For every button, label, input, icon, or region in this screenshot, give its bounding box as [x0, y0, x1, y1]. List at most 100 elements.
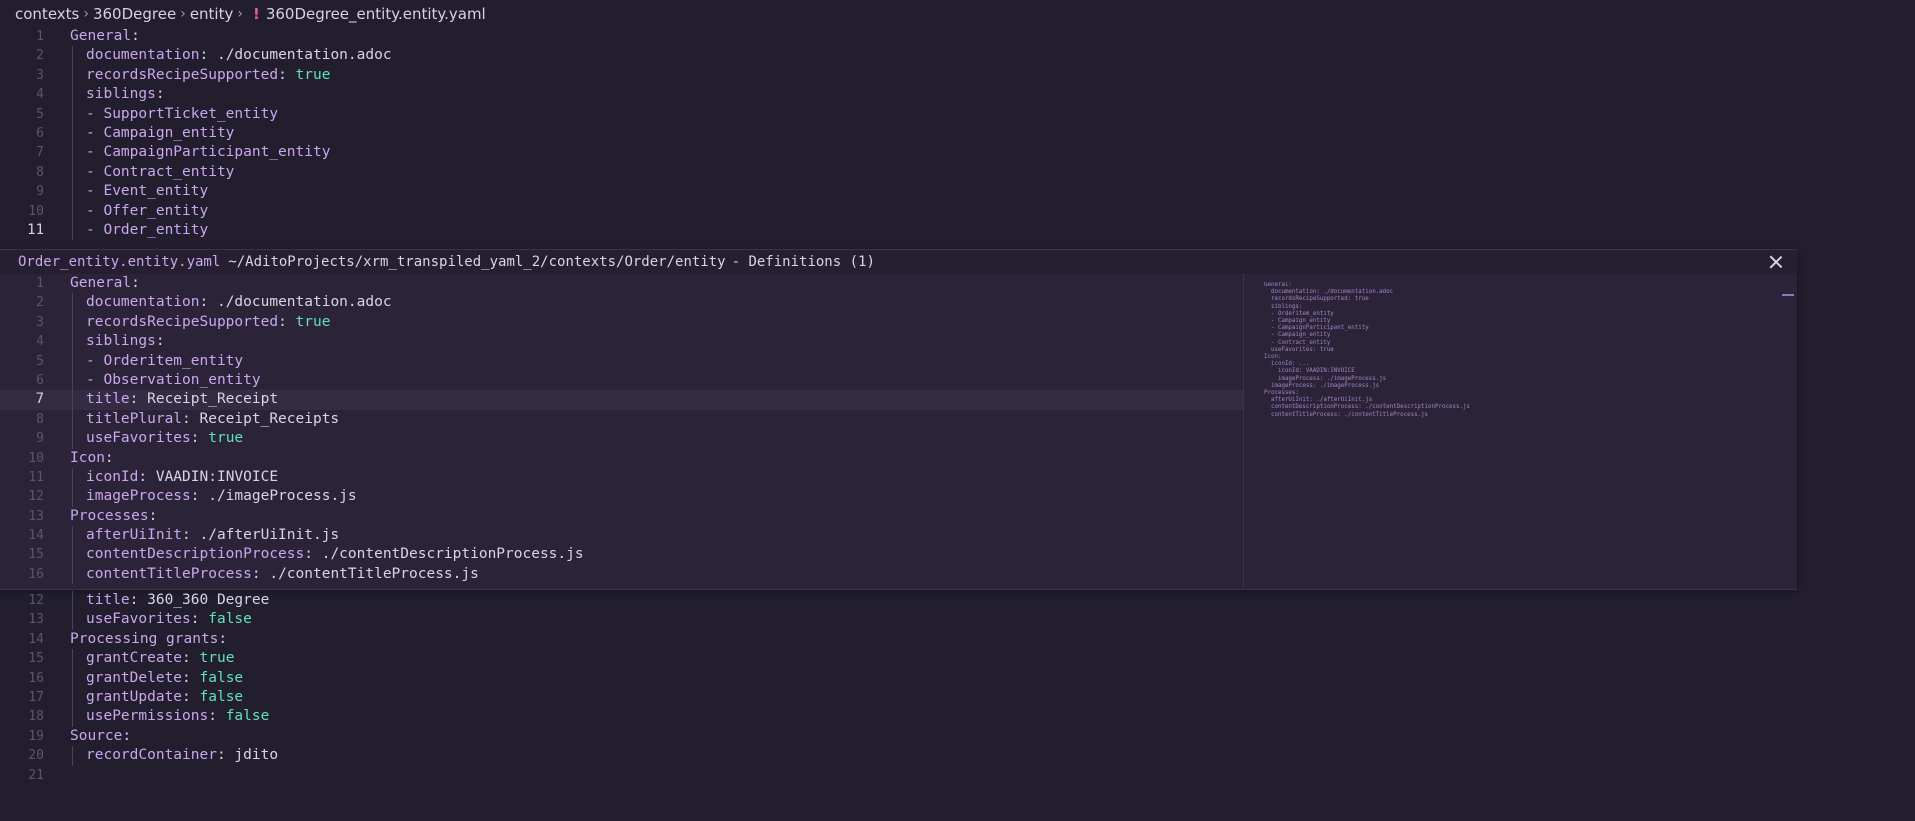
code-text: - Order_entity	[86, 221, 208, 240]
code-text: documentation: ./documentation.adoc	[86, 293, 392, 312]
yaml-key: contentTitleProcess	[86, 565, 252, 582]
close-icon[interactable]	[1767, 253, 1785, 271]
code-text: iconId: VAADIN:INVOICE	[86, 468, 278, 487]
yaml-key: Icon	[70, 449, 105, 466]
code-line[interactable]: 12 title: 360_360 Degree	[0, 591, 1915, 611]
code-line[interactable]: 10 - Offer_entity	[0, 201, 1915, 221]
indent-guide	[72, 143, 73, 163]
code-line[interactable]: 15 grantCreate: true	[0, 649, 1915, 669]
code-text: titlePlural: Receipt_Receipts	[86, 410, 339, 429]
code-text: General:	[70, 27, 140, 46]
code-line[interactable]: 13 Processes:	[0, 507, 1243, 526]
indent-guide	[72, 746, 73, 766]
line-number: 17	[28, 689, 44, 705]
indent-guide	[72, 65, 73, 86]
code-line[interactable]: 8 - Contract_entity	[0, 162, 1915, 183]
yaml-key: recordsRecipeSupported	[86, 313, 279, 330]
code-line[interactable]: 5 - SupportTicket_entity	[0, 104, 1915, 124]
code-line[interactable]: 7 - CampaignParticipant_entity	[0, 143, 1915, 163]
line-number: 8	[36, 164, 44, 180]
line-number: 13	[28, 612, 44, 628]
code-text: title: 360_360 Degree	[86, 591, 269, 610]
code-line[interactable]: 4 siblings:	[0, 85, 1915, 105]
code-line[interactable]: 11 iconId: VAADIN:INVOICE	[0, 467, 1243, 488]
code-line[interactable]: 17 grantUpdate: false	[0, 687, 1915, 708]
yaml-key: grantUpdate	[86, 688, 183, 705]
yaml-key: titlePlural	[86, 410, 183, 427]
code-line[interactable]: 6 - Observation_entity	[0, 370, 1243, 391]
code-line[interactable]: 3 recordsRecipeSupported: true	[0, 65, 1915, 86]
peek-editor[interactable]: 1 General: 2 documentation: ./documentation…	[0, 274, 1243, 589]
indent-guide	[72, 85, 73, 105]
code-line[interactable]: 13 useFavorites: false	[0, 610, 1915, 630]
code-line[interactable]: 10 Icon:	[0, 449, 1243, 468]
code-line[interactable]: 6 - Campaign_entity	[0, 123, 1915, 144]
code-text: siblings:	[86, 332, 165, 351]
code-line[interactable]: 9 useFavorites: true	[0, 429, 1243, 449]
editor-top[interactable]: 1 General: 2 documentation: ./documentation…	[0, 27, 1915, 241]
code-line[interactable]: 8 titlePlural: Receipt_Receipts	[0, 409, 1243, 430]
indent-guide	[72, 312, 73, 333]
code-line[interactable]: 20 recordContainer: jdito	[0, 746, 1915, 766]
yaml-value: : ./contentDescriptionProcess.js	[304, 546, 584, 563]
breadcrumb-item-contexts[interactable]: contexts	[15, 5, 79, 23]
yaml-key: imageProcess	[86, 488, 191, 505]
code-line[interactable]: 15 contentDescriptionProcess: ./contentDe…	[0, 545, 1243, 565]
code-text: - Offer_entity	[86, 202, 208, 221]
code-line[interactable]: 16 contentTitleProcess: ./contentTitlePro…	[0, 564, 1243, 585]
code-line[interactable]: 21	[0, 766, 1915, 785]
breadcrumb-item-entity[interactable]: entity	[190, 5, 234, 23]
yaml-key: General	[70, 28, 132, 44]
indent-guide	[72, 182, 73, 202]
code-text: General:	[70, 274, 140, 293]
yaml-value: :	[218, 630, 228, 647]
peek-file-path: ~/AditoProjects/xrm_transpiled_yaml_2/co…	[228, 254, 726, 270]
code-line[interactable]: 2 documentation: ./documentation.adoc	[0, 293, 1243, 313]
line-number: 14	[28, 528, 44, 544]
line-number: 3	[36, 314, 44, 330]
yaml-key: useFavorites	[86, 611, 191, 628]
yaml-value: : ./documentation.adoc	[199, 294, 392, 311]
editor-bottom[interactable]: 12 title: 360_360 Degree 13 useFavorites: f…	[0, 591, 1915, 785]
yaml-boolean: true	[199, 650, 235, 667]
peek-file-name[interactable]: Order_entity.entity.yaml	[18, 254, 220, 270]
code-line[interactable]: 16 grantDelete: false	[0, 668, 1915, 688]
chevron-right-icon: ›	[237, 6, 243, 22]
yaml-key: recordsRecipeSupported	[86, 66, 279, 83]
code-line[interactable]: 18 usePermissions: false	[0, 707, 1915, 727]
code-line[interactable]: 7 title: Receipt_Receipt	[0, 390, 1243, 410]
code-line[interactable]: 19 Source:	[0, 727, 1915, 746]
code-line[interactable]: 2 documentation: ./documentation.adoc	[0, 46, 1915, 66]
code-text: Icon:	[70, 449, 114, 468]
code-line[interactable]: 12 imageProcess: ./imageProcess.js	[0, 487, 1243, 507]
code-line[interactable]: 5 - Orderitem_entity	[0, 351, 1243, 371]
code-line[interactable]: 11 - Order_entity	[0, 220, 1915, 241]
code-line[interactable]: 14 Processing grants:	[0, 630, 1915, 649]
yaml-key: recordContainer	[86, 747, 217, 764]
line-number: 13	[28, 508, 44, 524]
breadcrumb-file[interactable]: 360Degree_entity.entity.yaml	[266, 5, 486, 23]
line-number: 20	[28, 748, 44, 764]
line-number: 21	[28, 767, 44, 783]
indent-guide	[72, 46, 73, 66]
yaml-boolean: false	[199, 688, 244, 705]
code-line[interactable]: 4 siblings:	[0, 332, 1243, 352]
breadcrumb-item-360degree[interactable]: 360Degree	[93, 5, 176, 23]
code-line[interactable]: 14 afterUiInit: ./afterUiInit.js	[0, 526, 1243, 546]
chevron-right-icon: ›	[180, 6, 186, 22]
code-line[interactable]: 9 - Event_entity	[0, 182, 1915, 202]
code-text: useFavorites: false	[86, 610, 252, 629]
minimap-slider[interactable]	[1782, 294, 1794, 296]
code-line[interactable]: 1 General:	[0, 27, 1915, 46]
breadcrumb: contexts › 360Degree › entity › ! 360Deg…	[0, 0, 1915, 28]
peek-code[interactable]: 1 General: 2 documentation: ./documentation…	[0, 274, 1243, 585]
code-line[interactable]: 1 General:	[0, 274, 1243, 293]
code-text: - SupportTicket_entity	[86, 105, 278, 124]
minimap[interactable]: General: documentation: ./documentation.…	[1264, 282, 1470, 432]
indent-guide	[72, 649, 73, 669]
yaml-value: :	[131, 28, 140, 44]
code-line[interactable]: 3 recordsRecipeSupported: true	[0, 312, 1243, 333]
indent-guide	[72, 351, 73, 371]
indent-guide	[72, 332, 73, 352]
line-number: 5	[36, 106, 44, 122]
